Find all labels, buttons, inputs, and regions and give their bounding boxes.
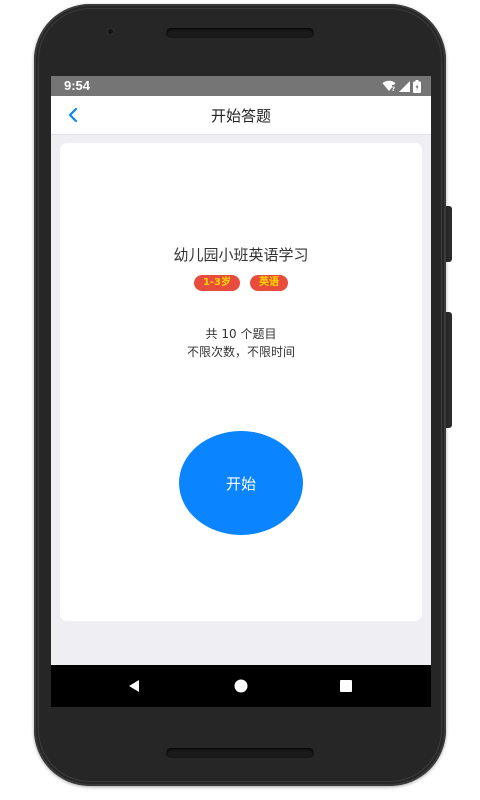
subject-tag: 英语	[250, 275, 289, 291]
triangle-back-icon	[129, 680, 139, 692]
quiz-card: 幼儿园小班英语学习 1-3岁 英语 共 10 个题目 不限次数，不限时间 开始	[60, 143, 422, 621]
square-recents-icon	[340, 680, 352, 692]
earpiece-speaker	[166, 28, 314, 38]
start-button-label: 开始	[225, 474, 256, 493]
front-camera	[106, 27, 115, 36]
start-button[interactable]: 开始	[179, 431, 303, 535]
status-time: 9:54	[64, 78, 91, 93]
tag-row: 1-3岁 英语	[60, 275, 422, 291]
question-count: 共 10 个题目	[205, 327, 277, 341]
age-tag: 1-3岁	[193, 275, 241, 291]
power-button	[446, 206, 452, 262]
battery-icon	[413, 79, 421, 93]
nav-header: 开始答题	[51, 96, 431, 135]
device-frame: 9:54 ? 开始答题 幼儿园小班英语学习 1-3岁 英语 共 10 个题目 不…	[0, 0, 480, 800]
status-icons: ?	[382, 79, 421, 93]
quiz-title: 幼儿园小班英语学习	[173, 246, 309, 264]
system-back-button[interactable]	[123, 675, 145, 697]
signal-icon	[399, 81, 410, 92]
page-title: 开始答题	[210, 107, 271, 125]
svg-text:?: ?	[392, 86, 396, 92]
volume-rocker	[446, 312, 452, 428]
wifi-icon: ?	[382, 80, 396, 92]
system-home-button[interactable]	[230, 675, 252, 697]
bottom-speaker	[166, 748, 314, 758]
status-bar: 9:54 ?	[51, 76, 431, 96]
attempt-limit-text: 不限次数，不限时间	[186, 345, 295, 359]
circle-home-icon	[234, 679, 248, 693]
system-nav-bar	[51, 665, 431, 707]
app-screen: 9:54 ? 开始答题 幼儿园小班英语学习 1-3岁 英语 共 10 个题目 不…	[51, 76, 431, 707]
system-recents-button[interactable]	[335, 675, 357, 697]
